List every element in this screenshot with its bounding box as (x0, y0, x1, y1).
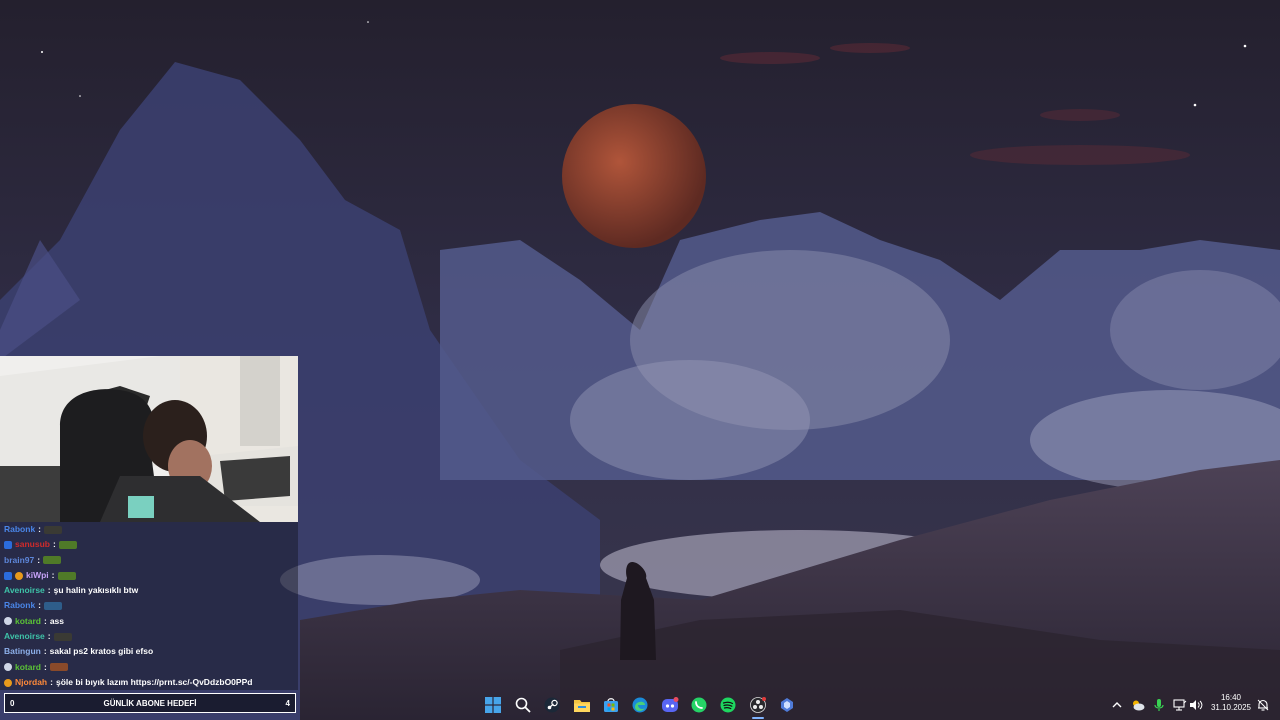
chat-separator: : (38, 600, 42, 611)
obs-icon[interactable] (748, 695, 768, 715)
chat-emote-icon (57, 571, 76, 580)
edge-icon[interactable] (630, 695, 650, 715)
chat-message: kotard: ass (0, 614, 298, 629)
clock-time: 16:40 (1220, 693, 1242, 702)
chat-username: Njordah (15, 676, 48, 687)
spotify-icon[interactable] (718, 695, 738, 715)
chat-message: Avenoirse: (0, 629, 298, 644)
chat-message: brain97: (0, 553, 298, 568)
chat-separator: : (52, 539, 56, 550)
goal-title: GÜNLİK ABONE HEDEFİ (103, 698, 197, 708)
notification-bell-icon[interactable] (1256, 698, 1270, 712)
discord-icon[interactable] (660, 695, 680, 715)
chat-message: sanusub: (0, 537, 298, 552)
chat-emote-icon (44, 602, 63, 611)
chat-username: kotard (15, 661, 41, 672)
microphone-icon[interactable] (1152, 698, 1166, 712)
steam-icon[interactable] (542, 695, 562, 715)
chat-username: Rabonk (4, 600, 36, 611)
webcam-overlay (0, 356, 298, 522)
chat-emote-icon (58, 540, 77, 549)
chat-message-text: ass (49, 615, 65, 626)
chat-separator: : (51, 569, 55, 580)
alert-badge-icon (4, 678, 12, 687)
chat-overlay: Rabonk: sanusub: brain97: kiWpi: Avenoirse: ş… (0, 522, 298, 690)
chat-username: Avenoirse (4, 631, 45, 642)
goal-target-value: 4 (285, 698, 290, 708)
chat-message: Rabonk: (0, 522, 298, 537)
chat-message: kotard: (0, 660, 298, 675)
chat-message: Batingun: sakal ps2 kratos gibi efso (0, 644, 298, 659)
chat-emote-icon (53, 632, 72, 641)
chat-message-text: sakal ps2 kratos gibi efso (49, 646, 154, 657)
search-icon[interactable] (513, 695, 533, 715)
chat-separator: : (50, 676, 53, 687)
chat-message: Njordah: şöle bi bıyık lazım https://prnt… (0, 675, 298, 690)
chat-message: Avenoirse: şu halin yakısıklı btw (0, 583, 298, 598)
chat-username: kiWpi (26, 569, 49, 580)
chat-separator: : (43, 646, 47, 657)
subscriber-badge-icon (4, 571, 12, 580)
chat-separator: : (43, 615, 47, 626)
chat-username: Batingun (4, 646, 41, 657)
chat-username: Rabonk (4, 524, 36, 534)
chat-message-text: şu halin yakısıklı btw (53, 585, 139, 596)
system-clock[interactable]: 16:40 31.10.2025 (1206, 693, 1256, 713)
whatsapp-icon[interactable] (689, 695, 709, 715)
file-explorer-icon[interactable] (572, 695, 592, 715)
network-icon[interactable] (1173, 698, 1187, 712)
chat-separator: : (43, 661, 47, 672)
subscriber-badge-icon (4, 540, 12, 549)
volume-icon[interactable] (1189, 698, 1203, 712)
chevron-up-icon[interactable] (1110, 698, 1124, 712)
clock-date: 31.10.2025 (1210, 703, 1252, 712)
goal-current-value: 0 (10, 698, 15, 708)
windows-start-icon[interactable] (483, 695, 503, 715)
chat-username: Avenoirse (4, 585, 45, 596)
chat-message-text: şöle bi bıyık lazım https://prnt.sc/-QvD… (55, 676, 253, 687)
alert-badge-icon (15, 571, 23, 580)
chat-emote-icon (44, 525, 63, 534)
active-app-indicator (752, 717, 764, 719)
chat-username: sanusub (15, 539, 50, 550)
chat-separator: : (38, 524, 42, 534)
chat-separator: : (47, 585, 51, 596)
chat-username: brain97 (4, 554, 35, 565)
chat-emote-icon (43, 556, 62, 565)
chat-message: kiWpi: (0, 568, 298, 583)
subscriber-goal-bar: 0 GÜNLİK ABONE HEDEFİ 4 (4, 693, 296, 713)
app-icon[interactable] (777, 695, 797, 715)
chat-emote-icon (49, 663, 68, 672)
chat-message: Rabonk: (0, 598, 298, 613)
chat-separator: : (47, 631, 51, 642)
moderator-badge-icon (4, 663, 12, 672)
microsoft-store-icon[interactable] (601, 695, 621, 715)
moderator-badge-icon (4, 617, 12, 626)
weather-icon[interactable] (1131, 698, 1145, 712)
chat-separator: : (37, 554, 41, 565)
chat-username: kotard (15, 615, 41, 626)
